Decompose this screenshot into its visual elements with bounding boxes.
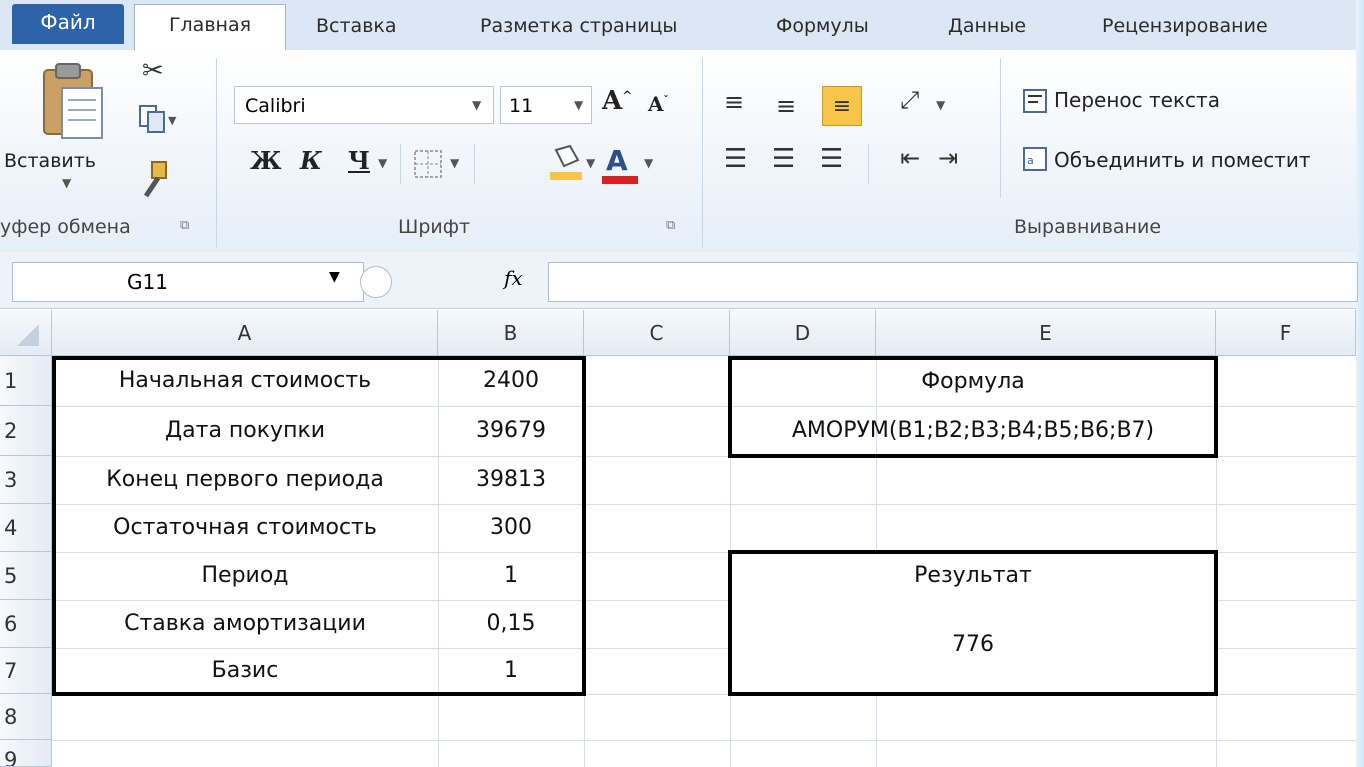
group-separator (216, 58, 217, 248)
font-name-dropdown-icon[interactable]: ▼ (472, 98, 481, 112)
clipboard-group-label: уфер обмена (0, 216, 131, 238)
font-name-value: Calibri (245, 95, 306, 117)
name-box[interactable]: G11 ▼ (12, 262, 364, 302)
font-group-label: Шрифт (398, 216, 471, 238)
orientation-dropdown-icon[interactable]: ▼ (936, 98, 945, 112)
tab-home[interactable]: Главная (134, 4, 286, 51)
format-painter-icon[interactable] (138, 160, 172, 200)
row-header-7[interactable]: 7 (0, 648, 52, 694)
fill-color-dropdown-icon[interactable]: ▼ (586, 156, 595, 170)
align-center-icon[interactable]: ☰ (772, 144, 795, 174)
formula-box-border (728, 356, 1218, 458)
svg-text:a: a (1027, 154, 1034, 167)
name-box-dropdown-icon[interactable]: ▼ (329, 269, 340, 285)
dialog-launcher-icon[interactable]: ⧉ (666, 218, 675, 233)
font-color-dropdown-icon[interactable]: ▼ (644, 156, 653, 170)
alignment-group-label: Выравнивание (1014, 216, 1162, 238)
insert-function-icon[interactable]: fx (504, 266, 523, 290)
tab-file[interactable]: Файл (12, 4, 124, 44)
wrap-text-icon[interactable] (1022, 88, 1048, 114)
borders-icon[interactable] (412, 148, 444, 180)
row-header-4[interactable]: 4 (0, 504, 52, 552)
column-header-d[interactable]: D (730, 310, 876, 356)
tab-insert[interactable]: Вставка (316, 6, 397, 46)
column-header-b[interactable]: B (438, 310, 584, 356)
column-header-f[interactable]: F (1216, 310, 1356, 356)
tab-formulas[interactable]: Формулы (776, 6, 869, 46)
select-all-corner[interactable] (0, 310, 52, 356)
ribbon-tabs: Файл Главная Вставка Разметка страницы Ф… (0, 0, 1356, 51)
column-header-c[interactable]: C (584, 310, 730, 356)
align-left-icon[interactable]: ☰ (724, 144, 747, 174)
paste-dropdown-icon[interactable]: ▼ (62, 176, 71, 190)
formula-input[interactable] (548, 262, 1358, 302)
shrink-font-icon[interactable]: Aˇ (648, 92, 669, 116)
column-header-e[interactable]: E (876, 310, 1216, 356)
orientation-icon[interactable]: ⤢ (900, 86, 919, 114)
dialog-launcher-icon[interactable]: ⧉ (180, 218, 189, 233)
underline-button[interactable]: Ч (348, 146, 370, 175)
formula-bar: G11 ▼ fx (0, 252, 1358, 309)
merge-center-icon[interactable]: a (1022, 146, 1048, 172)
paste-button[interactable]: Вставить (4, 150, 96, 172)
wrap-text-button[interactable]: Перенос текста (1054, 88, 1220, 112)
align-right-icon[interactable]: ☰ (820, 144, 843, 174)
divider (400, 144, 401, 184)
align-middle-icon[interactable]: ≡ (776, 92, 796, 120)
row-header-5[interactable]: 5 (0, 552, 52, 600)
row-header-2[interactable]: 2 (0, 406, 52, 456)
align-bottom-icon[interactable]: ≡ (822, 86, 862, 126)
tab-review[interactable]: Рецензирование (1102, 6, 1268, 46)
row-header-1[interactable]: 1 (0, 356, 52, 406)
window-edge (1356, 0, 1364, 767)
svg-text:A: A (606, 144, 628, 177)
row-header-8[interactable]: 8 (0, 694, 52, 740)
gridline (52, 740, 1356, 741)
merge-center-button[interactable]: Объединить и поместит (1054, 148, 1311, 172)
row-header-6[interactable]: 6 (0, 600, 52, 648)
spreadsheet-grid: A B C D E F 1 2 3 4 5 6 7 8 9 Начальная … (0, 310, 1356, 767)
divider (474, 144, 475, 184)
ribbon-home: Вставить ▼ ✂ ▼ уфер обмена ⧉ Calibri ▼ 1… (0, 50, 1356, 253)
row-header-3[interactable]: 3 (0, 456, 52, 504)
increase-indent-icon[interactable]: ⇥ (938, 144, 958, 172)
group-separator (702, 58, 703, 248)
copy-icon[interactable]: ▼ (138, 104, 178, 134)
borders-dropdown-icon[interactable]: ▼ (450, 156, 459, 170)
font-size-value: 11 (509, 95, 534, 117)
decrease-indent-icon[interactable]: ⇤ (900, 144, 920, 172)
cut-icon[interactable]: ✂ (142, 56, 164, 86)
font-color-icon[interactable]: A (600, 142, 640, 186)
italic-button[interactable]: К (300, 146, 322, 175)
formula-bar-divider-icon (360, 266, 392, 298)
font-name-combobox[interactable]: Calibri (234, 86, 494, 124)
column-header-a[interactable]: A (52, 310, 438, 356)
tab-data[interactable]: Данные (948, 6, 1026, 46)
row-header-9[interactable]: 9 (0, 740, 52, 767)
divider (868, 144, 869, 184)
bold-button[interactable]: Ж (250, 146, 282, 175)
font-size-dropdown-icon[interactable]: ▼ (574, 98, 583, 112)
fill-color-icon[interactable] (548, 142, 584, 182)
underline-dropdown-icon[interactable]: ▼ (378, 156, 387, 170)
name-box-value: G11 (127, 270, 168, 294)
result-box-border (728, 550, 1218, 696)
align-top-icon[interactable]: ≡ (724, 88, 744, 116)
paste-icon[interactable] (40, 60, 108, 144)
divider (1000, 58, 1001, 198)
tab-page-layout[interactable]: Разметка страницы (480, 6, 677, 46)
svg-text:▼: ▼ (168, 114, 177, 127)
input-table-border (52, 356, 586, 696)
grow-font-icon[interactable]: A^ (602, 86, 632, 116)
